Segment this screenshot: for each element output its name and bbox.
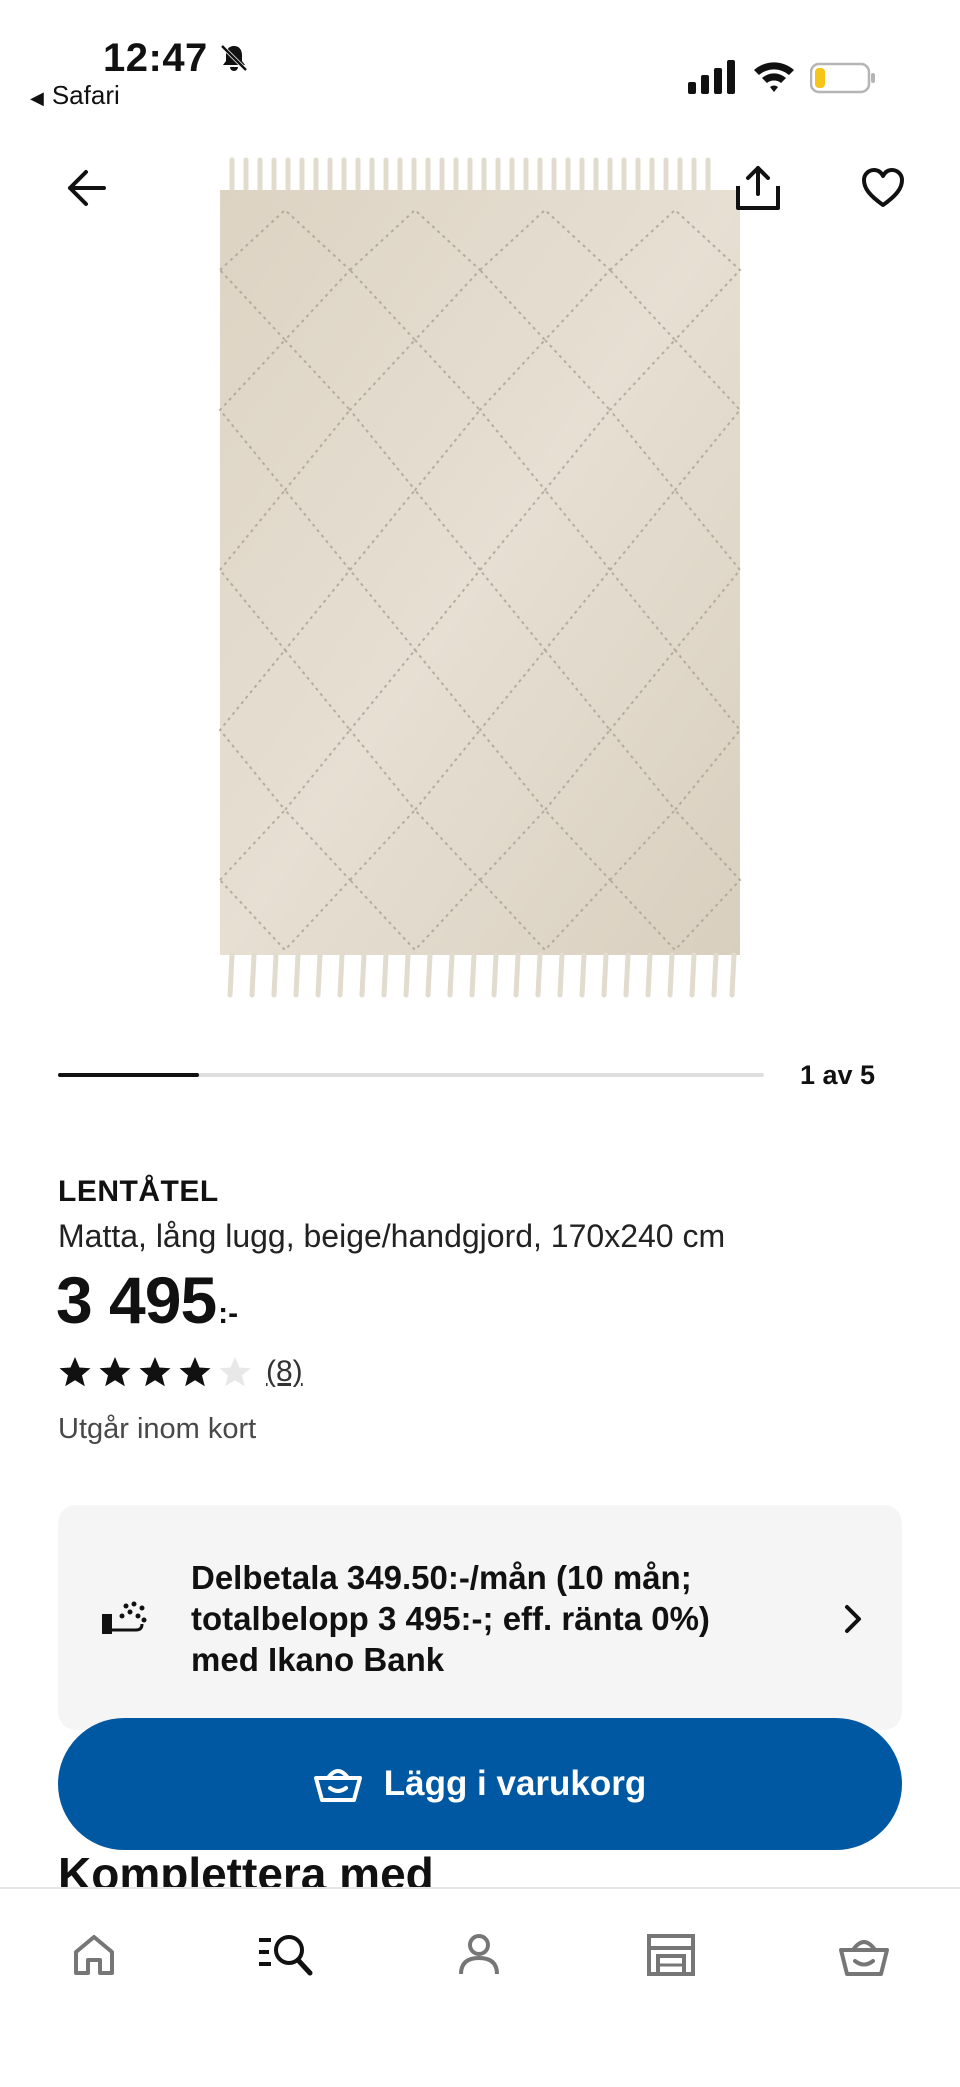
share-icon bbox=[736, 166, 780, 210]
nav-stores[interactable] bbox=[641, 1925, 701, 1985]
review-count-link[interactable]: (8) bbox=[266, 1355, 303, 1389]
product-image[interactable] bbox=[210, 150, 750, 1010]
search-icon bbox=[259, 1935, 313, 1976]
carousel-progress bbox=[58, 1060, 764, 1090]
nav-profile[interactable] bbox=[449, 1925, 509, 1985]
back-arrow-icon bbox=[68, 170, 106, 206]
star-empty-icon bbox=[219, 1357, 251, 1387]
product-price: 3 495:- bbox=[56, 1262, 238, 1338]
store-icon bbox=[647, 1934, 695, 1976]
star-filled-icon bbox=[59, 1357, 91, 1387]
price-value: 3 495 bbox=[56, 1263, 217, 1337]
battery-icon bbox=[810, 62, 875, 94]
cart-icon bbox=[313, 1769, 362, 1802]
star-filled-icon bbox=[139, 1357, 171, 1387]
price-suffix: :- bbox=[218, 1297, 239, 1330]
chevron-right-icon bbox=[845, 1605, 861, 1633]
rating-stars bbox=[58, 1355, 252, 1389]
back-to-app[interactable]: ◀ Safari bbox=[30, 80, 120, 111]
favorite-button[interactable] bbox=[855, 160, 911, 216]
star-filled-icon bbox=[179, 1357, 211, 1387]
signal-icon bbox=[688, 60, 735, 94]
status-bar: 12:47 ◀ Safari bbox=[0, 0, 960, 120]
carousel-track-fill bbox=[58, 1073, 200, 1077]
carousel-track bbox=[58, 1073, 764, 1077]
back-app-label: Safari bbox=[51, 80, 120, 110]
bottom-navigation bbox=[0, 1887, 960, 2087]
share-button[interactable] bbox=[730, 160, 786, 216]
profile-icon bbox=[459, 1934, 499, 1975]
bell-slash-icon bbox=[220, 44, 248, 72]
financing-text: Delbetala 349.50:-/mån (10 mån; totalbel… bbox=[191, 1559, 710, 1678]
installment-icon bbox=[102, 1601, 147, 1634]
back-button[interactable] bbox=[58, 160, 114, 216]
add-to-cart-label: Lägg i varukorg bbox=[383, 1764, 647, 1803]
financing-card[interactable]: Delbetala 349.50:-/mån (10 mån; totalbel… bbox=[58, 1505, 902, 1730]
product-description: Matta, lång lugg, beige/handgjord, 170x2… bbox=[58, 1218, 726, 1254]
wifi-icon bbox=[754, 62, 794, 92]
add-to-cart-button[interactable]: Lägg i varukorg bbox=[58, 1718, 902, 1850]
star-filled-icon bbox=[99, 1357, 131, 1387]
availability-text: Utgår inom kort bbox=[58, 1413, 257, 1445]
nav-home[interactable] bbox=[64, 1925, 124, 1985]
cart-icon bbox=[839, 1940, 889, 1976]
product-rating[interactable]: (8) bbox=[58, 1352, 303, 1392]
carousel-page-count: 1 av 5 bbox=[800, 1060, 876, 1090]
status-time: 12:47 bbox=[103, 36, 208, 80]
home-icon bbox=[74, 1935, 114, 1975]
heart-icon bbox=[862, 168, 904, 207]
nav-search[interactable] bbox=[255, 1925, 315, 1985]
product-name: LENTÅTEL bbox=[58, 1175, 219, 1208]
complement-section-heading: Komplettera med bbox=[58, 1848, 434, 1892]
nav-cart[interactable] bbox=[834, 1925, 894, 1985]
